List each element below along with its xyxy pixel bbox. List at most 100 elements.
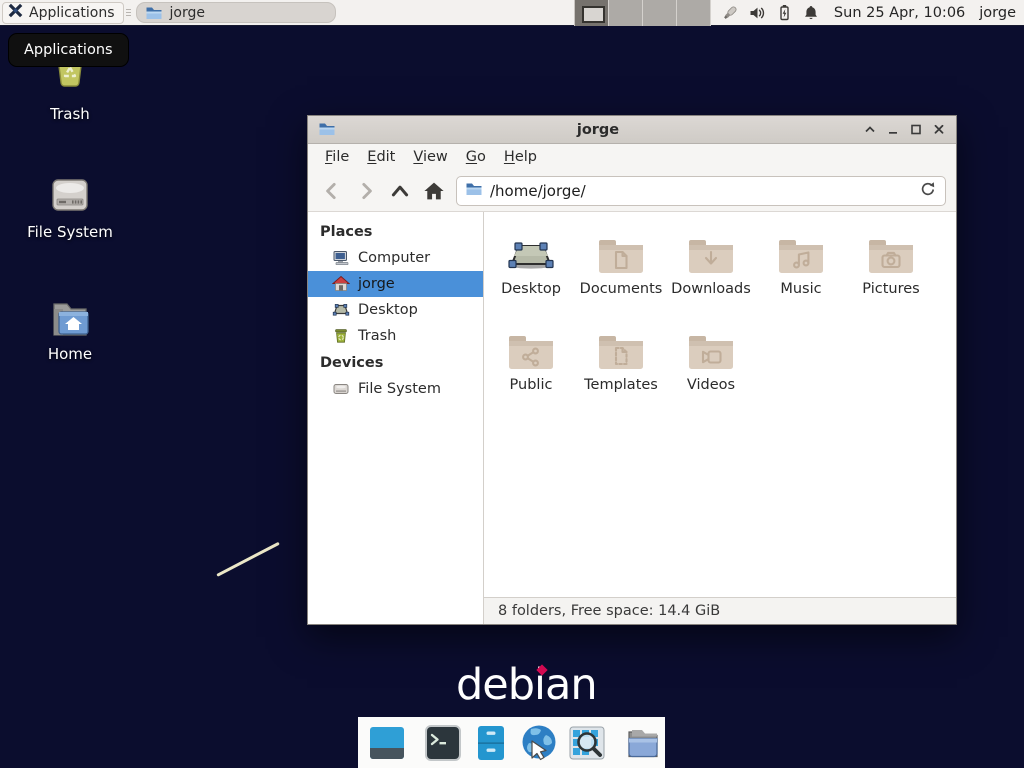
home-button[interactable] [420, 177, 448, 205]
desktop: debian Trash File System Home Applications… [0, 0, 1024, 768]
dock-show-desktop-icon[interactable] [367, 723, 407, 763]
workspace-cell-2[interactable] [609, 0, 643, 26]
panel-clock[interactable]: Sun 25 Apr, 10:06 [834, 5, 965, 21]
workspace-cell-3[interactable] [643, 0, 677, 26]
file-item-label: Music [756, 281, 846, 297]
computer-icon [332, 249, 350, 267]
sidebar-header-places: Places [308, 218, 483, 245]
applications-menu-button[interactable]: Applications [2, 2, 124, 24]
blue-folder-icon [145, 5, 163, 21]
top-panel: Applications jorge Sun 25 Apr, 10:06 jor… [0, 0, 1024, 26]
maximize-button[interactable] [904, 119, 927, 141]
debian-logo-text: debian [456, 660, 597, 710]
workspace-cell-1[interactable] [575, 0, 609, 26]
workspace-cell-4[interactable] [677, 0, 711, 26]
taskbar-window-button[interactable]: jorge [136, 2, 336, 23]
home-desktop-icon [46, 296, 94, 340]
file-item-templates[interactable]: Templates [576, 316, 666, 412]
sidebar-header-devices: Devices [308, 349, 483, 376]
menubar: FileEditViewGoHelp [308, 144, 956, 171]
file-item-documents[interactable]: Documents [576, 220, 666, 316]
desktop-icon-label: File System [15, 223, 125, 241]
close-icon [932, 123, 946, 136]
sidebar-item-desktop[interactable]: Desktop [308, 297, 483, 323]
file-item-music[interactable]: Music [756, 220, 846, 316]
dock-file-cabinet-icon[interactable] [471, 723, 511, 763]
panel-username[interactable]: jorge [979, 5, 1016, 21]
panel-handle[interactable] [124, 3, 134, 23]
desktop-item-icon [507, 236, 555, 276]
window-body: PlacesComputerjorgeDesktopTrashDevicesFi… [308, 212, 956, 624]
path-text[interactable]: /home/jorge/ [490, 182, 912, 200]
menu-go[interactable]: Go [457, 144, 495, 171]
menu-edit[interactable]: Edit [358, 144, 404, 171]
dock-web-browser-icon[interactable] [519, 723, 559, 763]
volume-icon[interactable] [748, 4, 766, 22]
minimize-icon [886, 123, 900, 136]
window-controls [858, 119, 950, 141]
menu-help[interactable]: Help [495, 144, 546, 171]
dock-folder-dock-icon[interactable] [623, 723, 663, 763]
drive-small-icon [332, 380, 350, 398]
window-titlebar[interactable]: jorge [308, 116, 956, 144]
toolbar: /home/jorge/ [308, 171, 956, 212]
desktop-icon-home[interactable]: Home [15, 288, 125, 363]
home-toolbar-icon [422, 180, 446, 202]
file-item-downloads[interactable]: Downloads [666, 220, 756, 316]
drive-desktop-icon [46, 172, 94, 218]
sidebar-item-label: Desktop [358, 302, 418, 318]
file-item-pictures[interactable]: Pictures [846, 220, 936, 316]
desktop-icon-file-system[interactable]: File System [15, 166, 125, 241]
trash-small-icon [332, 327, 350, 345]
sidebar-item-trash[interactable]: Trash [308, 323, 483, 349]
sidebar-item-label: Computer [358, 250, 430, 266]
chevron-up-icon [389, 180, 411, 202]
system-tray [721, 4, 820, 22]
chevron-right-icon [355, 180, 377, 202]
taskbar-window-label: jorge [170, 5, 205, 21]
workspace-switcher [574, 0, 711, 26]
file-pane: Desktop Documents Downloads Music Pictur… [484, 212, 956, 597]
sidebar-item-label: File System [358, 381, 441, 397]
folder-public-icon [507, 332, 555, 372]
folder-pictures-icon [867, 236, 915, 276]
file-item-videos[interactable]: Videos [666, 316, 756, 412]
nav-buttons [318, 177, 448, 205]
sidebar: Places Computer jorge Desktop TrashDevices Fi… [308, 212, 484, 624]
sidebar-item-computer[interactable]: Computer [308, 245, 483, 271]
menu-view[interactable]: View [404, 144, 456, 171]
file-item-label: Pictures [846, 281, 936, 297]
file-item-label: Public [486, 377, 576, 393]
file-item-label: Downloads [666, 281, 756, 297]
sidebar-item-jorge[interactable]: jorge [308, 271, 483, 297]
chevron-left-icon [321, 180, 343, 202]
applications-menu-label: Applications [29, 5, 115, 21]
close-button[interactable] [927, 119, 950, 141]
refresh-icon[interactable] [919, 180, 937, 202]
file-item-desktop[interactable]: Desktop [486, 220, 576, 316]
minimize-button[interactable] [881, 119, 904, 141]
shade-icon [863, 123, 877, 136]
dock-app-finder-icon[interactable] [567, 723, 607, 763]
stylus-icon[interactable] [721, 4, 739, 22]
file-manager-window: jorge FileEditViewGoHelp /home/jorge/ Pl… [307, 115, 957, 625]
file-item-label: Documents [576, 281, 666, 297]
maximize-icon [909, 123, 923, 136]
shade-button[interactable] [858, 119, 881, 141]
battery-charging-icon[interactable] [775, 4, 793, 22]
xfce-menu-icon [7, 2, 24, 23]
file-item-public[interactable]: Public [486, 316, 576, 412]
back-button[interactable] [318, 177, 346, 205]
status-bar: 8 folders, Free space: 14.4 GiB [484, 597, 956, 624]
wallpaper-swoosh-line [216, 542, 279, 577]
sidebar-item-file-system[interactable]: File System [308, 376, 483, 402]
up-button[interactable] [386, 177, 414, 205]
menu-file[interactable]: File [316, 144, 358, 171]
desktop-icon-label: Trash [15, 105, 125, 123]
bell-icon[interactable] [802, 4, 820, 22]
window-right-column: Desktop Documents Downloads Music Pictur… [484, 212, 956, 624]
dock-terminal-icon[interactable] [423, 723, 463, 763]
folder-music-icon [777, 236, 825, 276]
path-bar[interactable]: /home/jorge/ [456, 176, 946, 206]
forward-button[interactable] [352, 177, 380, 205]
